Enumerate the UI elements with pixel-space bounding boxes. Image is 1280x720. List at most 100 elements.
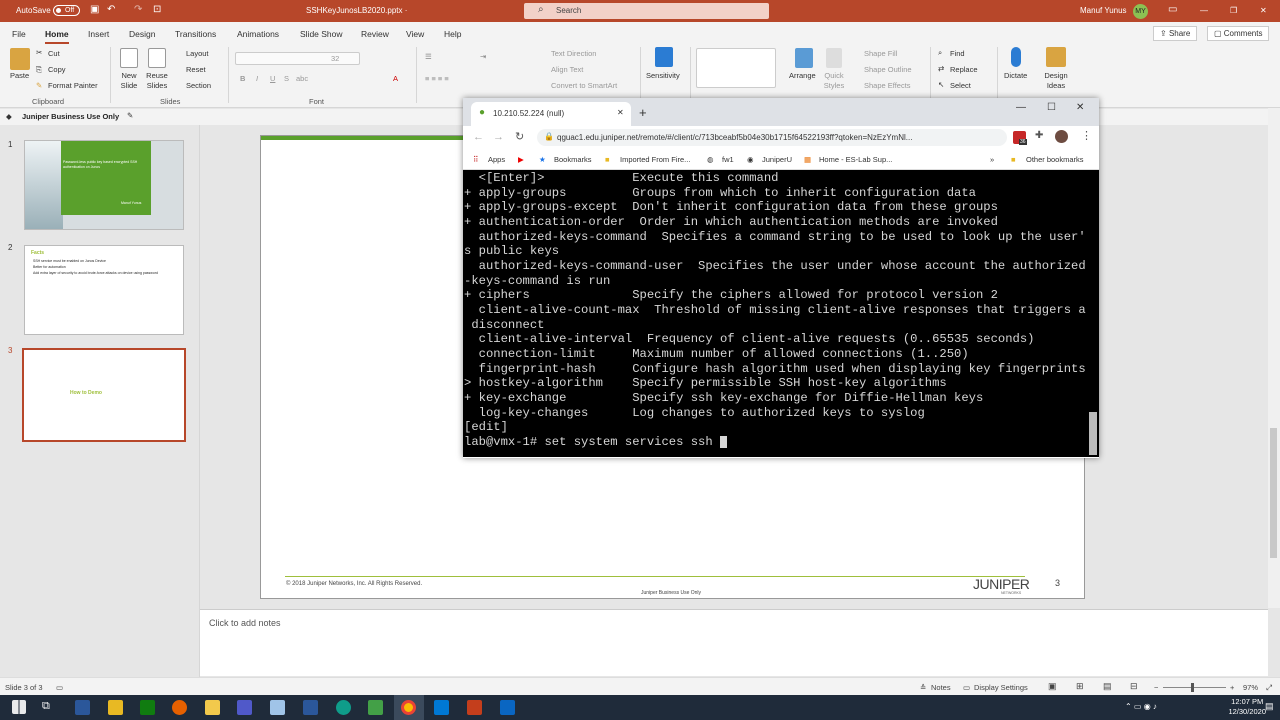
indent-icon[interactable]: ⇥	[480, 52, 486, 61]
format-painter-button[interactable]: Format Painter	[48, 81, 98, 90]
fit-slide-icon[interactable]: ⤢	[1266, 683, 1272, 693]
onedrive-icon[interactable]	[270, 700, 285, 715]
bold-icon[interactable]: B	[240, 74, 245, 83]
avatar[interactable]: MY	[1133, 4, 1148, 19]
convert-smartart-button[interactable]: Convert to SmartArt	[551, 81, 617, 90]
font-name-field[interactable]	[235, 52, 360, 65]
ribbon-display-icon[interactable]: ▭	[1168, 4, 1177, 15]
display-settings-button[interactable]: Display Settings	[974, 683, 1028, 692]
align-icon[interactable]: ≡ ≡ ≡ ≡	[425, 74, 449, 83]
shadow-icon[interactable]: S	[284, 74, 289, 83]
other-bookmarks[interactable]: Other bookmarks	[1026, 155, 1084, 164]
notes-icon[interactable]: ≙	[920, 683, 926, 692]
cut-button[interactable]: Cut	[48, 49, 60, 58]
more-bookmarks-icon[interactable]: »	[990, 155, 994, 164]
arrange-icon[interactable]	[795, 48, 813, 68]
new-slide-icon[interactable]	[120, 48, 138, 68]
tab-design[interactable]: Design	[129, 29, 155, 39]
layout-button[interactable]: Layout	[186, 49, 209, 58]
comments-button[interactable]: ▢ Comments	[1207, 26, 1270, 41]
terminal-prompt[interactable]: lab@vmx-1# set system services ssh	[464, 435, 720, 449]
microphone-icon[interactable]	[1011, 47, 1021, 67]
arrange-button[interactable]: Arrange	[789, 71, 816, 80]
slide-thumbnail-1[interactable]: Password-less public key based encrypted…	[24, 140, 184, 230]
tab-view[interactable]: View	[406, 29, 424, 39]
share-button[interactable]: ⇪ Share	[1153, 26, 1198, 41]
shape-fill-button[interactable]: Shape Fill	[864, 49, 897, 58]
find-icon[interactable]: ⌕	[938, 48, 942, 58]
bookmark-apps[interactable]: Apps	[488, 155, 505, 164]
replace-button[interactable]: Replace	[950, 65, 978, 74]
format-painter-icon[interactable]: ✎	[36, 81, 42, 90]
quick-styles-button[interactable]: Quick Styles	[822, 71, 846, 91]
zoom-in-icon[interactable]: +	[1230, 683, 1234, 692]
copy-icon[interactable]: ⎘	[36, 65, 42, 75]
select-icon[interactable]: ↖	[938, 80, 944, 89]
menu-kebab-icon[interactable]: ⋮	[1081, 129, 1092, 142]
taskbar-app-icon[interactable]	[140, 700, 155, 715]
shapes-gallery[interactable]	[696, 48, 776, 88]
back-icon[interactable]: ←	[473, 131, 484, 143]
tab-home[interactable]: Home	[45, 29, 69, 44]
normal-view-icon[interactable]: ▣	[1048, 681, 1057, 692]
tab-help[interactable]: Help	[444, 29, 461, 39]
close-icon[interactable]: ✕	[1260, 6, 1267, 15]
font-size-field[interactable]: 32	[331, 54, 339, 63]
windows-start-icon[interactable]	[12, 700, 26, 714]
file-explorer-icon[interactable]	[108, 700, 123, 715]
bookmarks-star-icon[interactable]: ★	[539, 155, 546, 164]
display-settings-icon[interactable]: ▭	[963, 683, 970, 692]
replace-icon[interactable]: ⇄	[938, 64, 944, 73]
new-tab-icon[interactable]: +	[639, 105, 647, 120]
align-text-button[interactable]: Align Text	[551, 65, 583, 74]
folder-icon[interactable]: ■	[1011, 155, 1016, 164]
autosave-toggle[interactable]: Off	[53, 5, 80, 16]
accessibility-icon[interactable]: ▭	[56, 683, 63, 692]
notes-pane[interactable]: Click to add notes	[200, 609, 1268, 676]
reading-view-icon[interactable]: ▤	[1103, 681, 1112, 692]
slide-sorter-icon[interactable]: ⊞	[1076, 681, 1084, 692]
copy-button[interactable]: Copy	[48, 65, 66, 74]
extensions-puzzle-icon[interactable]: ✚	[1035, 130, 1043, 141]
tab-transitions[interactable]: Transitions	[175, 29, 216, 39]
design-ideas-icon[interactable]	[1046, 47, 1066, 67]
shape-effects-button[interactable]: Shape Effects	[864, 81, 911, 90]
taskbar-app-icon[interactable]	[500, 700, 515, 715]
minimize-icon[interactable]: —	[1200, 6, 1208, 15]
notes-button[interactable]: Notes	[931, 683, 951, 692]
close-tab-icon[interactable]: ✕	[617, 108, 624, 117]
text-direction-button[interactable]: Text Direction	[551, 49, 596, 58]
bullets-icon[interactable]: ☰	[425, 52, 432, 61]
tab-file[interactable]: File	[12, 29, 26, 39]
bookmark-fw1[interactable]: fw1	[722, 155, 734, 164]
restore-icon[interactable]: ❐	[1230, 6, 1237, 15]
edit-icon[interactable]: ✎	[127, 111, 133, 120]
profile-avatar[interactable]	[1055, 130, 1068, 143]
vertical-scrollbar[interactable]	[1268, 108, 1280, 608]
taskbar-app-icon[interactable]	[75, 700, 90, 715]
action-center-icon[interactable]: ▤	[1265, 701, 1274, 712]
design-ideas-button[interactable]: Design Ideas	[1042, 71, 1070, 91]
forward-icon[interactable]: →	[493, 131, 504, 143]
clock[interactable]: 12:07 PM 12/30/2020	[1228, 697, 1266, 717]
zoom-level[interactable]: 97%	[1243, 683, 1258, 692]
new-slide-button[interactable]: New Slide	[120, 71, 138, 91]
select-button[interactable]: Select	[950, 81, 971, 90]
zoom-out-icon[interactable]: −	[1154, 683, 1158, 692]
notification-area-icons[interactable]: ⌃ ▭ ◉ ♪	[1125, 702, 1157, 711]
taskbar-app-icon[interactable]	[205, 700, 220, 715]
undo-icon[interactable]: ↶	[107, 4, 115, 15]
chrome-icon[interactable]	[401, 700, 416, 715]
reuse-slides-button[interactable]: Reuse Slides	[144, 71, 170, 91]
paste-button[interactable]: Paste	[10, 71, 29, 80]
bookmark-home-eslab[interactable]: Home - ES-Lab Sup...	[819, 155, 892, 164]
apps-grid-icon[interactable]: ⠿	[473, 155, 479, 164]
sensitivity-button[interactable]: Sensitivity	[646, 71, 680, 80]
section-button[interactable]: Section	[186, 81, 211, 90]
youtube-icon[interactable]: ▶	[518, 155, 524, 164]
terminal[interactable]: <[Enter]> Execute this command + apply-g…	[463, 170, 1099, 457]
outlook-icon[interactable]	[434, 700, 449, 715]
quick-styles-icon[interactable]	[826, 48, 842, 68]
bookmark-imported[interactable]: Imported From Fire...	[620, 155, 690, 164]
sensitivity-label[interactable]: Juniper Business Use Only	[22, 112, 119, 121]
